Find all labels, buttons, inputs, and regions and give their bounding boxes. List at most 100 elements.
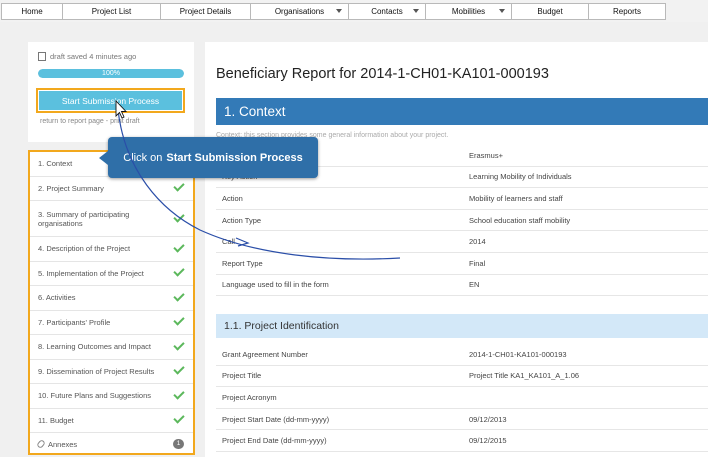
row-label: Call [222,237,235,247]
sidebar-item[interactable]: 11. Budget [30,409,193,433]
sidebar-item-label: 3. Summary of participating organisation… [38,209,130,228]
table-row: Project Title Project Title KA1_KA101_A_1… [216,366,708,388]
sidebar-item[interactable]: 10. Future Plans and Suggestions [30,384,193,409]
sidebar-item-label: 5. Implementation of the Project [38,268,144,278]
row-value: School education staff mobility [469,215,571,225]
table-row: Call 2014 [216,231,708,253]
nav-item-label: Budget [537,7,563,16]
nav-item-label: Project Details [179,7,232,16]
checkmark-icon [173,180,185,192]
sidebar-item-label: 8. Learning Outcomes and Impact [38,342,151,352]
row-label: Action [222,193,243,203]
row-value: 09/12/2013 [469,414,507,424]
sidebar-item[interactable]: 3. Summary of participating organisation… [30,201,193,237]
chevron-down-icon [499,9,505,13]
nav-item-label: Reports [612,7,641,16]
row-label: Project Title [222,371,262,381]
sidebar-item-label: 7. Participants' Profile [38,317,111,327]
print-draft-link[interactable]: print draft [110,118,140,125]
identification-table: Grant Agreement Number 2014-1-CH01-KA101-… [216,344,708,452]
draft-panel: draft saved 4 minutes ago 100% Start Sub… [28,42,194,142]
checkmark-icon [173,265,185,277]
chevron-down-icon [336,9,342,13]
row-label: Project End Date (dd-mm-yyyy) [222,436,327,446]
sidebar-list: 1. Context 2. Project Summary 3. Summary o… [30,152,193,455]
start-submission-button[interactable]: Start Submission Process [39,91,182,110]
table-row: Action Mobility of learners and staff [216,188,708,210]
row-value: Erasmus+ [469,150,503,160]
top-navigation: Home Project List Project Details Organisat… [0,0,708,22]
sidebar-item-label: 4. Description of the Project [38,244,131,254]
row-value: 09/12/2015 [469,436,507,446]
instruction-tooltip: Click on Start Submission Process [99,137,318,178]
nav-item-reports[interactable]: Reports [588,3,666,20]
nav-item-project-list[interactable]: Project List [62,3,161,20]
sidebar-item[interactable]: 2. Project Summary [30,177,193,201]
checkmark-icon [173,363,185,375]
checkmark-icon [173,412,185,424]
nav-item-organisations[interactable]: Organisations [250,3,349,20]
main-panel: Beneficiary Report for 2014-1-CH01-KA101… [205,42,708,457]
sidebar-item-label: Annexes [48,439,78,449]
return-to-report-link[interactable]: return to report page [40,118,104,125]
sidebar-item-label: 1. Context [38,159,73,169]
nav-item-budget[interactable]: Budget [511,3,589,20]
section-header-context: 1. Context [216,98,708,125]
link-separator: - [105,118,109,125]
sidebar-item[interactable]: 6. Activities [30,286,193,311]
nav-item-label: Contacts [371,7,403,16]
page-title: Beneficiary Report for 2014-1-CH01-KA101… [216,66,549,82]
row-value: Project Title KA1_KA101_A_1.06 [469,371,580,381]
checkmark-icon [173,210,185,223]
sidebar-item-label: 9. Dissemination of Project Results [38,366,155,376]
row-value: Final [469,258,486,268]
tooltip-prefix: Click on [123,151,163,164]
nav-list: Home Project List Project Details Organisat… [1,3,666,20]
nav-item-label: Mobilities [451,7,486,16]
sidebar-item-label: 10. Future Plans and Suggestions [38,391,151,401]
progress-bar: 100% [38,69,184,78]
row-label: Project Start Date (dd-mm-yyyy) [222,414,330,424]
sidebar-item-label: 6. Activities [38,293,76,303]
table-row: Project End Date (dd-mm-yyyy) 09/12/2015 [216,430,708,452]
submit-highlight: Start Submission Process [36,88,185,113]
subsection-header-identification: 1.1. Project Identification [216,314,708,338]
nav-item-mobilities[interactable]: Mobilities [425,3,512,20]
sidebar-item[interactable]: 4. Description of the Project [30,237,193,262]
draft-links: return to report page - print draft [40,118,140,125]
table-row: Project Start Date (dd-mm-yyyy) 09/12/201… [216,409,708,431]
checkmark-icon [173,339,185,351]
row-label: Language used to fill in the form [222,280,329,290]
section-sidebar: 1. Context 2. Project Summary 3. Summary o… [28,150,195,455]
sidebar-item-label: 11. Budget [38,415,74,425]
checkmark-icon [173,314,185,326]
checkmark-icon [173,290,185,302]
row-label: Report Type [222,258,263,268]
nav-item-home[interactable]: Home [1,3,63,20]
draft-status: draft saved 4 minutes ago [38,52,136,61]
row-label: Project Acronym [222,392,277,402]
row-value: 2014-1-CH01-KA101-000193 [469,349,567,359]
annex-count-badge: 1 [173,439,184,449]
tooltip-emphasis: Start Submission Process [166,151,303,164]
nav-item-project-details[interactable]: Project Details [160,3,251,20]
table-row: Project Acronym [216,387,708,409]
sidebar-item[interactable]: 9. Dissemination of Project Results [30,360,193,384]
checkmark-icon [173,388,185,400]
row-value: Learning Mobility of Individuals [469,172,572,182]
table-row: Report Type Final [216,253,708,275]
nav-item-contacts[interactable]: Contacts [348,3,426,20]
row-value: Mobility of learners and staff [469,193,563,203]
nav-item-label: Home [21,7,43,16]
sidebar-item-label: 2. Project Summary [38,183,104,193]
sidebar-item[interactable]: 7. Participants' Profile [30,311,193,335]
draft-status-text: draft saved 4 minutes ago [50,52,137,61]
table-row: Action Type School education staff mobili… [216,210,708,232]
chevron-down-icon [413,9,419,13]
sidebar-item[interactable]: 5. Implementation of the Project [30,262,193,286]
nav-item-label: Organisations [274,7,325,16]
sidebar-item[interactable]: 8. Learning Outcomes and Impact [30,335,193,360]
table-row: Grant Agreement Number 2014-1-CH01-KA101-… [216,344,708,366]
sidebar-item-annexes[interactable]: Annexes 1 [30,433,193,455]
row-value: EN [469,280,480,290]
